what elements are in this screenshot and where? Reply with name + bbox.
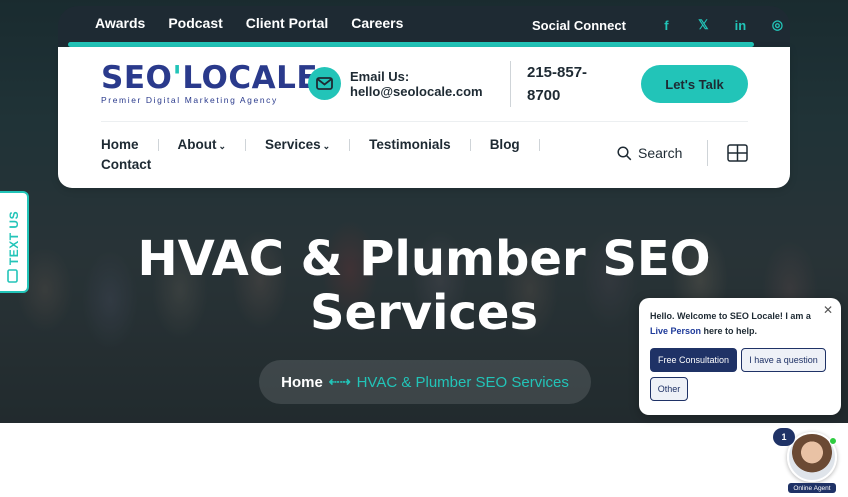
social-connect-label: Social Connect (532, 17, 626, 33)
logo[interactable]: SEO'LOCALE Premier Digital Marketing Age… (101, 62, 318, 105)
text-us-tab[interactable]: TEXT US (0, 191, 29, 293)
chat-message-text: Hello. Welcome to SEO Locale! I am a (650, 311, 811, 321)
logo-part-locale: LOCALE (182, 60, 319, 96)
social-connect: Social Connect f 𝕏 in ◎ (532, 17, 796, 33)
grid-menu-icon[interactable] (727, 144, 748, 167)
notification-badge: 1 (773, 428, 795, 446)
nav-divider (245, 138, 247, 151)
email-label: Email Us: (350, 68, 410, 84)
online-agent-label: Online Agent (788, 483, 836, 493)
text-us-label: TEXT US (7, 210, 21, 266)
search-icon (617, 145, 632, 160)
breadcrumb-arrow-icon: ⇠⇢ (328, 374, 351, 389)
top-nav: Awards Podcast Client Portal Careers (95, 15, 403, 31)
nav-home[interactable]: Home (101, 137, 139, 152)
phone-number[interactable]: 215-857-8700 (527, 61, 607, 107)
nav-services-label: Services (265, 137, 321, 152)
email-contact[interactable]: Email Us: hello@seolocale.com (308, 67, 483, 100)
nav-about-label: About (177, 137, 217, 152)
logo-part-mark: ' (172, 60, 183, 96)
x-icon[interactable]: 𝕏 (685, 17, 722, 33)
envelope-icon (308, 67, 341, 100)
breadcrumb: Home ⇠⇢ HVAC & Plumber SEO Services (259, 360, 591, 404)
main-nav-row: Home About ⌄ Services ⌄ Testimonials Blog (101, 136, 571, 153)
page-title-line-1: HVAC & Plumber SEO (137, 231, 711, 287)
top-nav-awards[interactable]: Awards (95, 15, 145, 31)
email-text: Email Us: hello@seolocale.com (350, 69, 483, 99)
search-label: Search (638, 145, 683, 161)
instagram-icon[interactable]: ◎ (759, 17, 796, 33)
top-nav-careers[interactable]: Careers (351, 15, 403, 31)
nav-testimonials[interactable]: Testimonials (369, 137, 451, 152)
header-divider (510, 61, 511, 107)
main-nav-row-2: Contact (101, 156, 571, 173)
search-button[interactable]: Search (617, 145, 682, 161)
logo-part-seo: SEO (101, 60, 173, 96)
page: HVAC & Plumber SEO Services Home ⇠⇢ HVAC… (0, 0, 848, 497)
linkedin-icon[interactable]: in (722, 18, 759, 33)
chat-message-tail: here to help. (703, 326, 758, 336)
search-divider (707, 140, 708, 166)
nav-divider (157, 138, 159, 151)
breadcrumb-home-link[interactable]: Home (281, 374, 323, 391)
chevron-down-icon: ⌄ (218, 141, 227, 151)
top-nav-client-portal[interactable]: Client Portal (246, 15, 328, 31)
logo-wordmark: SEO'LOCALE (101, 62, 318, 94)
breadcrumb-current: HVAC & Plumber SEO Services (356, 373, 569, 391)
facebook-icon[interactable]: f (648, 18, 685, 33)
nav-divider (469, 138, 471, 151)
top-nav-podcast[interactable]: Podcast (168, 15, 222, 31)
email-address: hello@seolocale.com (350, 83, 483, 99)
phone-icon (7, 269, 18, 283)
chat-widget: ✕ Hello. Welcome to SEO Locale! I am a L… (639, 298, 841, 415)
chat-message: Hello. Welcome to SEO Locale! I am a Liv… (650, 309, 825, 339)
chevron-down-icon: ⌄ (322, 141, 331, 151)
nav-blog[interactable]: Blog (490, 137, 520, 152)
online-status-dot (829, 437, 837, 445)
chat-live-person-link[interactable]: Live Person (650, 326, 701, 336)
nav-divider (538, 138, 540, 151)
lets-talk-button[interactable]: Let's Talk (641, 65, 748, 103)
nav-contact[interactable]: Contact (101, 157, 151, 172)
other-button[interactable]: Other (650, 377, 688, 401)
nav-divider (349, 138, 351, 151)
nav-about[interactable]: About ⌄ (178, 137, 227, 152)
have-question-button[interactable]: I have a question (741, 348, 826, 372)
header-separator (101, 121, 748, 122)
logo-tagline: Premier Digital Marketing Agency (101, 95, 278, 105)
main-nav: Home About ⌄ Services ⌄ Testimonials Blog … (101, 136, 571, 173)
free-consultation-button[interactable]: Free Consultation (650, 348, 737, 372)
nav-services[interactable]: Services ⌄ (265, 137, 330, 152)
